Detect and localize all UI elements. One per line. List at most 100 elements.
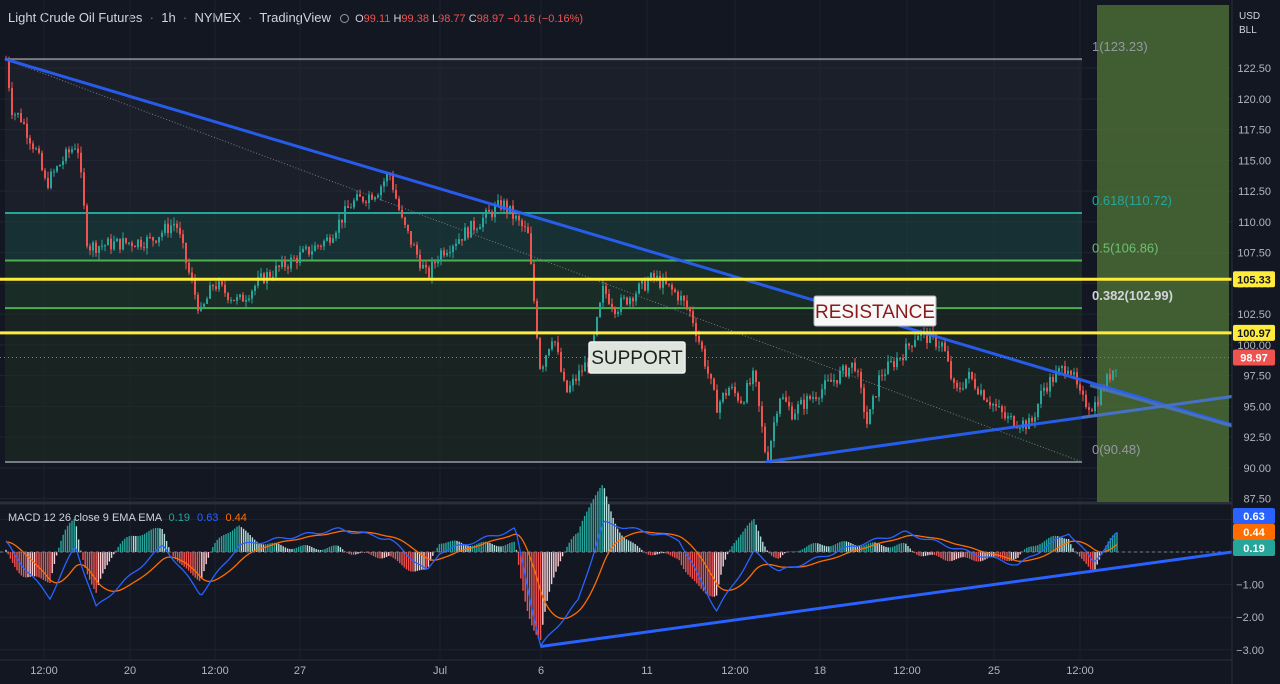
candle-body	[743, 402, 745, 404]
candle-body	[1004, 412, 1006, 419]
candle-body	[1064, 366, 1066, 374]
macd-title[interactable]: MACD	[8, 512, 40, 524]
price-tick-label: 112.50	[1238, 186, 1271, 198]
candle-body	[896, 358, 898, 368]
candle-body	[788, 401, 790, 407]
price-tick-label: 92.50	[1243, 432, 1271, 444]
candle-body	[899, 357, 901, 359]
candle-body	[980, 390, 982, 395]
candle-body	[125, 238, 127, 243]
candle-body	[800, 399, 802, 405]
price-tick-label: 95.00	[1243, 401, 1271, 413]
candle-body	[551, 341, 553, 350]
signal-value-badge: 0.44	[1243, 527, 1265, 539]
candle-body	[524, 226, 526, 228]
candle-body	[146, 237, 148, 249]
candle-body	[725, 392, 727, 396]
candle-body	[107, 238, 109, 246]
candle-body	[557, 342, 559, 353]
candle-body	[440, 250, 442, 262]
candle-body	[482, 217, 484, 228]
candle-body	[701, 341, 703, 349]
candle-body	[572, 378, 574, 386]
candle-body	[416, 244, 418, 255]
time-tick-label: 12:00	[893, 665, 921, 677]
time-tick-label: 18	[814, 665, 826, 677]
candle-body	[647, 280, 649, 291]
candle-body	[959, 387, 961, 390]
price-axis-currency[interactable]: USD BLL	[1239, 10, 1260, 38]
candle-body	[392, 175, 394, 190]
candle-body	[179, 227, 181, 235]
candle-body	[686, 300, 688, 308]
candle-body	[635, 293, 637, 302]
candle-body	[332, 238, 334, 243]
candle-body	[233, 299, 235, 301]
candle-body	[329, 237, 331, 243]
price-tick-label: 117.50	[1238, 125, 1271, 137]
candle-body	[23, 121, 25, 124]
candle-body	[314, 245, 316, 252]
candle-body	[134, 246, 136, 248]
candle-body	[338, 219, 340, 233]
candle-body	[797, 404, 799, 414]
fib-label: 0(90.48)	[1092, 442, 1140, 457]
candle-body	[92, 242, 94, 251]
candle-body	[791, 406, 793, 420]
candle-body	[722, 392, 724, 402]
candle-body	[533, 263, 535, 301]
macd-signal-line	[5, 530, 1118, 620]
candle-body	[1007, 416, 1009, 419]
candle-body	[629, 297, 631, 305]
candle-body	[359, 194, 361, 197]
candle-body	[65, 149, 67, 162]
candle-body	[971, 371, 973, 379]
macd-legend: MACD 12 26 close 9 EMA EMA 0.19 0.63 0.4…	[8, 512, 247, 524]
candle-body	[569, 385, 571, 393]
candle-body	[158, 237, 160, 243]
macd-trendline	[540, 550, 1233, 649]
candle-body	[830, 379, 832, 382]
candle-body	[227, 293, 229, 301]
candle-body	[188, 262, 190, 273]
price-tick-label: 87.50	[1243, 494, 1271, 506]
fib-label: 0.382(102.99)	[1092, 288, 1173, 303]
candle-body	[515, 215, 517, 219]
candle-body	[236, 297, 238, 301]
support-price-badge: 100.97	[1237, 328, 1271, 340]
candle-body	[995, 403, 997, 407]
candle-body	[197, 294, 199, 311]
fib-label: 0.618(110.72)	[1092, 193, 1172, 208]
candle-body	[434, 261, 436, 264]
macd-tick-label: −2.00	[1236, 612, 1264, 624]
fib-zone-top	[5, 59, 1082, 213]
candle-body	[824, 380, 826, 390]
candle-body	[398, 198, 400, 210]
candle-body	[449, 251, 451, 254]
candle-body	[1079, 384, 1081, 391]
candle-body	[836, 380, 838, 384]
candle-body	[350, 207, 352, 209]
candle-body	[83, 172, 85, 206]
candle-body	[122, 238, 124, 250]
candle-body	[101, 245, 103, 247]
candle-body	[947, 351, 949, 362]
candle-body	[1070, 370, 1072, 375]
resistance-price-badge: 105.33	[1237, 274, 1271, 286]
candle-body	[428, 267, 430, 278]
candle-body	[527, 226, 529, 234]
candle-body	[167, 223, 169, 234]
candle-body	[1037, 403, 1039, 418]
candle-body	[848, 367, 850, 377]
candle-body	[269, 272, 271, 277]
candle-body	[911, 345, 913, 347]
price-chart[interactable]: 1(123.23) 0.618(110.72) 0.5(106.86) 0.382(1…	[0, 0, 1280, 684]
candle-body	[746, 382, 748, 403]
candle-body	[104, 245, 106, 247]
candle-body	[401, 209, 403, 218]
candle-body	[287, 267, 289, 269]
time-tick-label: Jul	[433, 665, 447, 677]
support-label: SUPPORT	[591, 348, 683, 369]
candle-body	[209, 285, 211, 299]
candle-body	[71, 149, 73, 153]
